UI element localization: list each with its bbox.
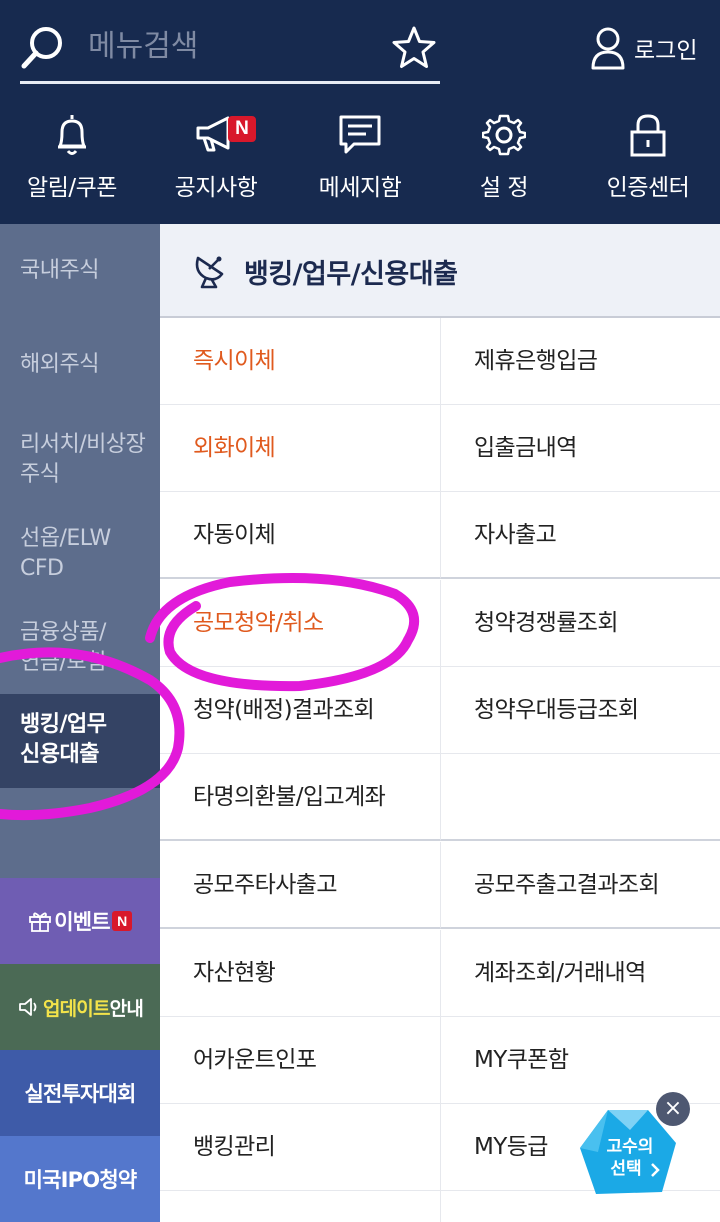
menu-panel: 뱅킹/업무/신용대출 즉시이체 제휴은행입금 외화이체 입출금내역 자동이체 자… — [160, 224, 720, 1222]
us-ipo-banner[interactable]: 미국IPO청약 — [0, 1136, 160, 1222]
user-icon — [591, 27, 625, 70]
menu-item-asset-status[interactable]: 자산현황 — [160, 930, 440, 1017]
gift-icon — [29, 912, 52, 932]
quick-item-label: 설 정 — [479, 175, 529, 201]
menu-item-empty — [440, 754, 720, 841]
update-label-rest: 안내 — [109, 997, 144, 1020]
badge-line2: 선택 — [610, 1159, 641, 1179]
menu-item-foreign-currency-transfer[interactable]: 외화이체 — [160, 405, 440, 492]
bell-icon — [58, 115, 86, 155]
sidebar-item-domestic-stock[interactable]: 국내주식 — [0, 256, 160, 286]
event-label: 이벤트 — [54, 910, 110, 934]
ipo-label: 미국IPO청약 — [23, 1168, 138, 1192]
sidebar-item-research[interactable]: 리서치/비상장 주식 — [0, 430, 160, 490]
quick-item-certificate-center[interactable]: 인증센터 — [576, 112, 720, 212]
sidebar-item-label: 선옵/ELW CFD — [20, 526, 111, 581]
sidebar-item-foreign-stock[interactable]: 해외주식 — [0, 350, 160, 380]
menu-item-subscription-competition-rate[interactable]: 청약경쟁률조회 — [440, 580, 720, 667]
menu-item-my-coupons[interactable]: MY쿠폰함 — [440, 1017, 720, 1104]
trading-contest-banner[interactable]: 실전투자대회 — [0, 1050, 160, 1136]
sidebar-item-label: 해외주식 — [20, 352, 99, 377]
menu-item-account-inquiry[interactable]: 계좌조회/거래내역 — [440, 930, 720, 1017]
menu-item-ipo-subscription-cancel[interactable]: 공모청약/취소 — [160, 580, 440, 667]
quick-item-alarm-coupon[interactable]: 알림/쿠폰 — [0, 112, 144, 212]
new-badge: N — [228, 116, 256, 142]
sidebar-item-label: 리서치/비상장 주식 — [20, 432, 146, 487]
contest-label: 실전투자대회 — [24, 1082, 136, 1106]
menu-item-ipo-release-result[interactable]: 공모주출고결과조회 — [440, 842, 720, 929]
section-header: 뱅킹/업무/신용대출 — [160, 224, 720, 318]
speaker-icon — [19, 998, 37, 1016]
new-badge: N — [111, 911, 132, 931]
quick-item-label: 인증센터 — [606, 175, 690, 201]
menu-item-refund-account[interactable]: 타명의환불/입고계좌 — [160, 754, 440, 841]
sidebar-item-label: 금융상품/ 연금/보험 — [20, 620, 106, 675]
close-badge-button[interactable]: × — [656, 1092, 690, 1126]
satellite-dish-icon — [195, 256, 224, 289]
quick-item-settings[interactable]: 설 정 — [432, 112, 576, 212]
quick-item-messages[interactable]: 메세지함 — [288, 112, 432, 212]
badge-line1: 고수의 — [607, 1137, 654, 1157]
event-banner[interactable]: 이벤트 N — [0, 878, 160, 964]
menu-item-banking-management[interactable]: 뱅킹관리 — [160, 1104, 440, 1191]
update-label-highlight: 업데이트 — [42, 997, 111, 1020]
menu-item-account-info[interactable]: 어카운트인포 — [160, 1017, 440, 1104]
menu-search-bar[interactable] — [20, 14, 440, 84]
search-icon[interactable] — [20, 24, 66, 70]
sidebar-item-label: 국내주식 — [20, 258, 99, 283]
update-notice-banner[interactable]: 업데이트 안내 — [0, 964, 160, 1050]
sidebar-item-futures-options[interactable]: 선옵/ELW CFD — [0, 524, 160, 584]
menu-item-auto-transfer[interactable]: 자동이체 — [160, 492, 440, 579]
star-icon[interactable] — [390, 24, 438, 72]
quick-menu: 알림/쿠폰 N 공지사항 메세지함 설 정 인증센터 — [0, 112, 720, 212]
login-label: 로그인 — [634, 38, 698, 64]
menu-item-cut-off — [160, 1191, 440, 1222]
menu-item-preferred-grade[interactable]: 청약우대등급조회 — [440, 667, 720, 754]
category-sidebar: 국내주식 해외주식 리서치/비상장 주식 선옵/ELW CFD 금융상품/ 연금… — [0, 224, 160, 1222]
quick-item-label: 메세지함 — [318, 175, 402, 201]
quick-item-label: 공지사항 — [174, 175, 258, 201]
menu-item-partner-bank-deposit[interactable]: 제휴은행입금 — [440, 318, 720, 405]
menu-item-ipo-other-release[interactable]: 공모주타사출고 — [160, 842, 440, 929]
sidebar-item-banking[interactable]: 뱅킹/업무 신용대출 — [0, 694, 160, 788]
menu-item-instant-transfer[interactable]: 즉시이체 — [160, 318, 440, 405]
quick-item-label: 알림/쿠폰 — [27, 175, 117, 201]
menu-item-own-release[interactable]: 자사출고 — [440, 492, 720, 579]
app-header: 로그인 알림/쿠폰 N 공지사항 — [0, 0, 720, 224]
sidebar-item-label: 뱅킹/업무 신용대출 — [20, 712, 107, 767]
gear-icon — [482, 114, 526, 156]
login-button[interactable]: 로그인 — [590, 24, 697, 72]
sidebar-item-financial-products[interactable]: 금융상품/ 연금/보험 — [0, 618, 160, 678]
lock-icon — [630, 114, 666, 157]
menu-search-input[interactable] — [88, 20, 378, 72]
quick-item-notice[interactable]: N 공지사항 — [144, 112, 288, 212]
menu-item-deposit-withdrawal-history[interactable]: 입출금내역 — [440, 405, 720, 492]
menu-item-allocation-result[interactable]: 청약(배정)결과조회 — [160, 667, 440, 754]
section-title: 뱅킹/업무/신용대출 — [244, 259, 458, 290]
message-icon — [339, 115, 381, 154]
